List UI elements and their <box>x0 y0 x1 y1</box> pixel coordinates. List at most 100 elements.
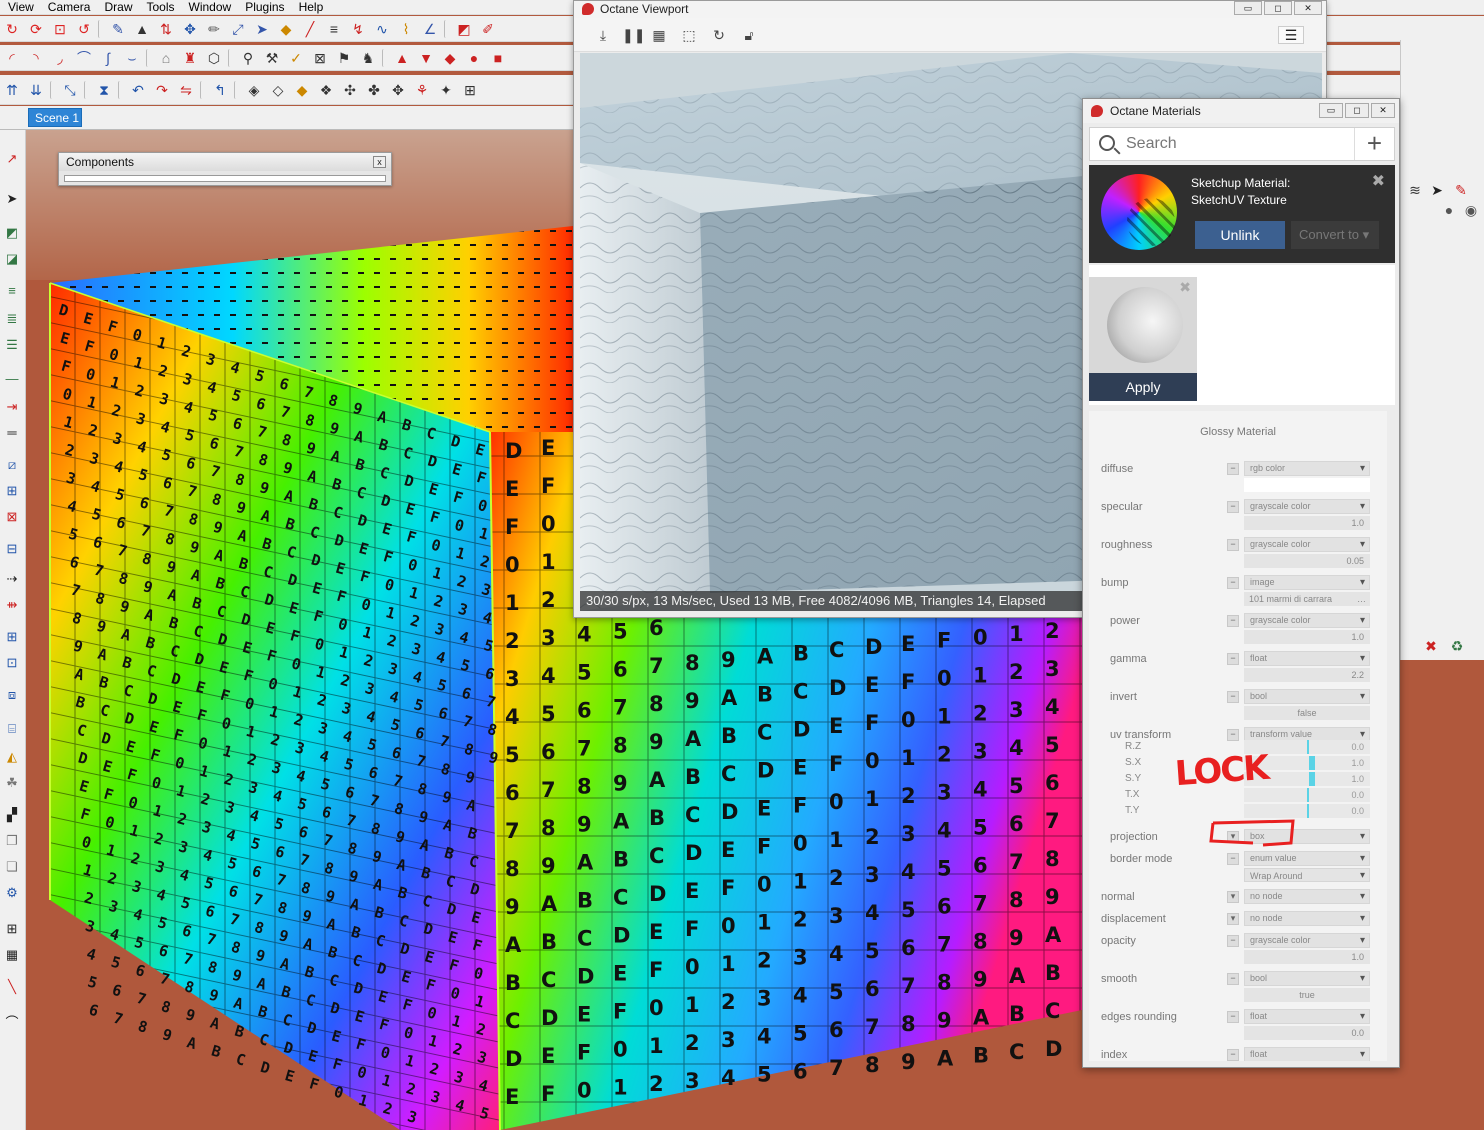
type-select[interactable]: bool <box>1244 689 1370 704</box>
expand-icon[interactable]: ▾ <box>1227 913 1239 925</box>
eye-icon[interactable]: ◉ <box>1461 200 1481 220</box>
maximize-icon[interactable]: ◻ <box>1264 1 1292 15</box>
search-input[interactable]: Search <box>1126 135 1177 153</box>
type-select[interactable]: image <box>1244 575 1370 590</box>
collapse-icon[interactable]: − <box>1227 691 1239 703</box>
cube-glyph: 9 <box>541 854 556 878</box>
lock-icon[interactable]: 🔓︎ <box>740 26 758 44</box>
cube-glyph: 0 <box>865 749 880 773</box>
pause-icon[interactable]: ❚❚ <box>622 26 645 44</box>
octane-materials-window[interactable]: Octane Materials ▭ ◻ ✕ Search + Sketchup… <box>1082 98 1400 1068</box>
expand-icon[interactable]: ▾ <box>1227 891 1239 903</box>
type-select[interactable]: grayscale color <box>1244 613 1370 628</box>
cube-glyph: 5 <box>757 1063 772 1087</box>
value-slider[interactable]: 1.0 <box>1244 630 1370 644</box>
collapse-icon[interactable]: − <box>1227 539 1239 551</box>
value-slider[interactable]: 0.0 <box>1244 1026 1370 1040</box>
minimize-icon[interactable]: ▭ <box>1319 103 1343 118</box>
restart-icon[interactable]: ↻ <box>710 26 728 44</box>
type-select[interactable]: no node <box>1244 889 1370 904</box>
type-select[interactable]: float <box>1244 1047 1370 1061</box>
close-icon[interactable]: x <box>373 156 386 168</box>
apply-button[interactable]: Apply <box>1089 373 1197 401</box>
trash-icon[interactable]: ♻ <box>1447 636 1467 656</box>
cube-glyph: 9 <box>160 1025 174 1045</box>
unlink-button[interactable]: Unlink <box>1195 221 1285 249</box>
collapse-icon[interactable]: − <box>1227 935 1239 947</box>
cube-glyph: 9 <box>973 967 988 991</box>
value-slider[interactable]: 2.2 <box>1244 668 1370 682</box>
cube-glyph: C <box>685 803 700 827</box>
cube-glyph: E <box>505 1085 519 1109</box>
cube-glyph: 7 <box>865 1015 880 1039</box>
type-select[interactable]: float <box>1244 1009 1370 1024</box>
uv-slider[interactable]: 0.0 <box>1244 804 1370 818</box>
delete-icon[interactable]: ✖ <box>1421 636 1441 656</box>
collapse-icon[interactable]: − <box>1227 501 1239 513</box>
dot-icon[interactable]: ● <box>1439 200 1459 220</box>
type-select[interactable]: enum value <box>1244 851 1370 866</box>
type-select[interactable]: no node <box>1244 911 1370 926</box>
collapse-icon[interactable]: − <box>1227 615 1239 627</box>
browse-icon[interactable]: … <box>1357 592 1366 606</box>
components-dialog[interactable]: Components x <box>58 152 392 186</box>
cube-glyph: 0 <box>973 625 988 649</box>
minimize-icon[interactable]: ▭ <box>1234 1 1262 15</box>
value-slider[interactable]: 1.0 <box>1244 516 1370 530</box>
maximize-icon[interactable]: ◻ <box>1345 103 1369 118</box>
eyedropper-icon[interactable]: ✎ <box>1451 180 1471 200</box>
cube-glyph: 2 <box>865 825 880 849</box>
close-icon[interactable]: ✖ <box>1179 279 1191 296</box>
collapse-icon[interactable]: − <box>1227 653 1239 665</box>
collapse-icon[interactable]: − <box>1227 577 1239 589</box>
close-icon[interactable]: ✕ <box>1294 1 1322 15</box>
cube-glyph: 4 <box>721 1066 736 1090</box>
annotation-box-mark <box>1209 819 1295 847</box>
region-icon[interactable]: ▦ <box>650 26 668 44</box>
bool-toggle[interactable]: true <box>1244 988 1370 1002</box>
type-select[interactable]: grayscale color <box>1244 499 1370 514</box>
type-select[interactable]: float <box>1244 651 1370 666</box>
cube-glyph: E <box>283 1066 297 1086</box>
save-render-icon[interactable]: ⤓ <box>594 26 612 44</box>
cube-glyph: 1 <box>757 911 772 935</box>
close-icon[interactable]: ✕ <box>1371 103 1395 118</box>
cube-glyph: 2 <box>937 743 952 767</box>
uv-slider[interactable]: 0.0 <box>1244 788 1370 802</box>
collapse-icon[interactable]: − <box>1227 853 1239 865</box>
convert-to-button[interactable]: Convert to ▾ <box>1291 221 1379 249</box>
layers-stack-icon[interactable]: ≋ <box>1405 180 1425 200</box>
cube-glyph: 0 <box>937 667 952 691</box>
color-swatch[interactable] <box>1244 478 1370 492</box>
cube-glyph: 0 <box>577 1079 592 1103</box>
collapse-icon[interactable]: − <box>1227 729 1239 741</box>
cube-glyph: 9 <box>505 895 520 919</box>
bool-toggle[interactable]: false <box>1244 706 1370 720</box>
type-select[interactable]: grayscale color <box>1244 537 1370 552</box>
type-select[interactable]: grayscale color <box>1244 933 1370 948</box>
slider-marker <box>1307 804 1309 818</box>
close-icon[interactable]: ✖ <box>1372 171 1385 191</box>
pointer-icon[interactable]: ➤ <box>1427 180 1447 200</box>
enum-select[interactable]: Wrap Around <box>1244 868 1370 883</box>
cube-glyph: 9 <box>577 813 592 837</box>
uv-label: R.Z <box>1125 741 1142 752</box>
value-slider[interactable]: 1.0 <box>1244 950 1370 964</box>
cube-glyph: D <box>613 923 630 947</box>
materials-titlebar: Octane Materials ▭ ◻ ✕ <box>1083 99 1399 123</box>
collapse-icon[interactable]: − <box>1227 1011 1239 1023</box>
value-slider[interactable]: 0.05 <box>1244 554 1370 568</box>
collapse-icon[interactable]: − <box>1227 463 1239 475</box>
cube-glyph: B <box>685 765 701 789</box>
crop-icon[interactable]: ⬚ <box>680 26 698 44</box>
cube-glyph: 2 <box>793 907 808 931</box>
add-material-button[interactable]: + <box>1354 128 1394 160</box>
type-select[interactable]: bool <box>1244 971 1370 986</box>
hamburger-menu-icon[interactable]: ☰ <box>1278 26 1304 44</box>
collapse-icon[interactable]: − <box>1227 1049 1239 1061</box>
image-field[interactable]: 101 marmi di carrara… <box>1244 592 1370 606</box>
cube-glyph: 5 <box>86 973 100 993</box>
collapse-icon[interactable]: − <box>1227 973 1239 985</box>
glossy-material-card[interactable]: ✖ Apply <box>1089 277 1197 401</box>
type-select[interactable]: rgb color <box>1244 461 1370 476</box>
